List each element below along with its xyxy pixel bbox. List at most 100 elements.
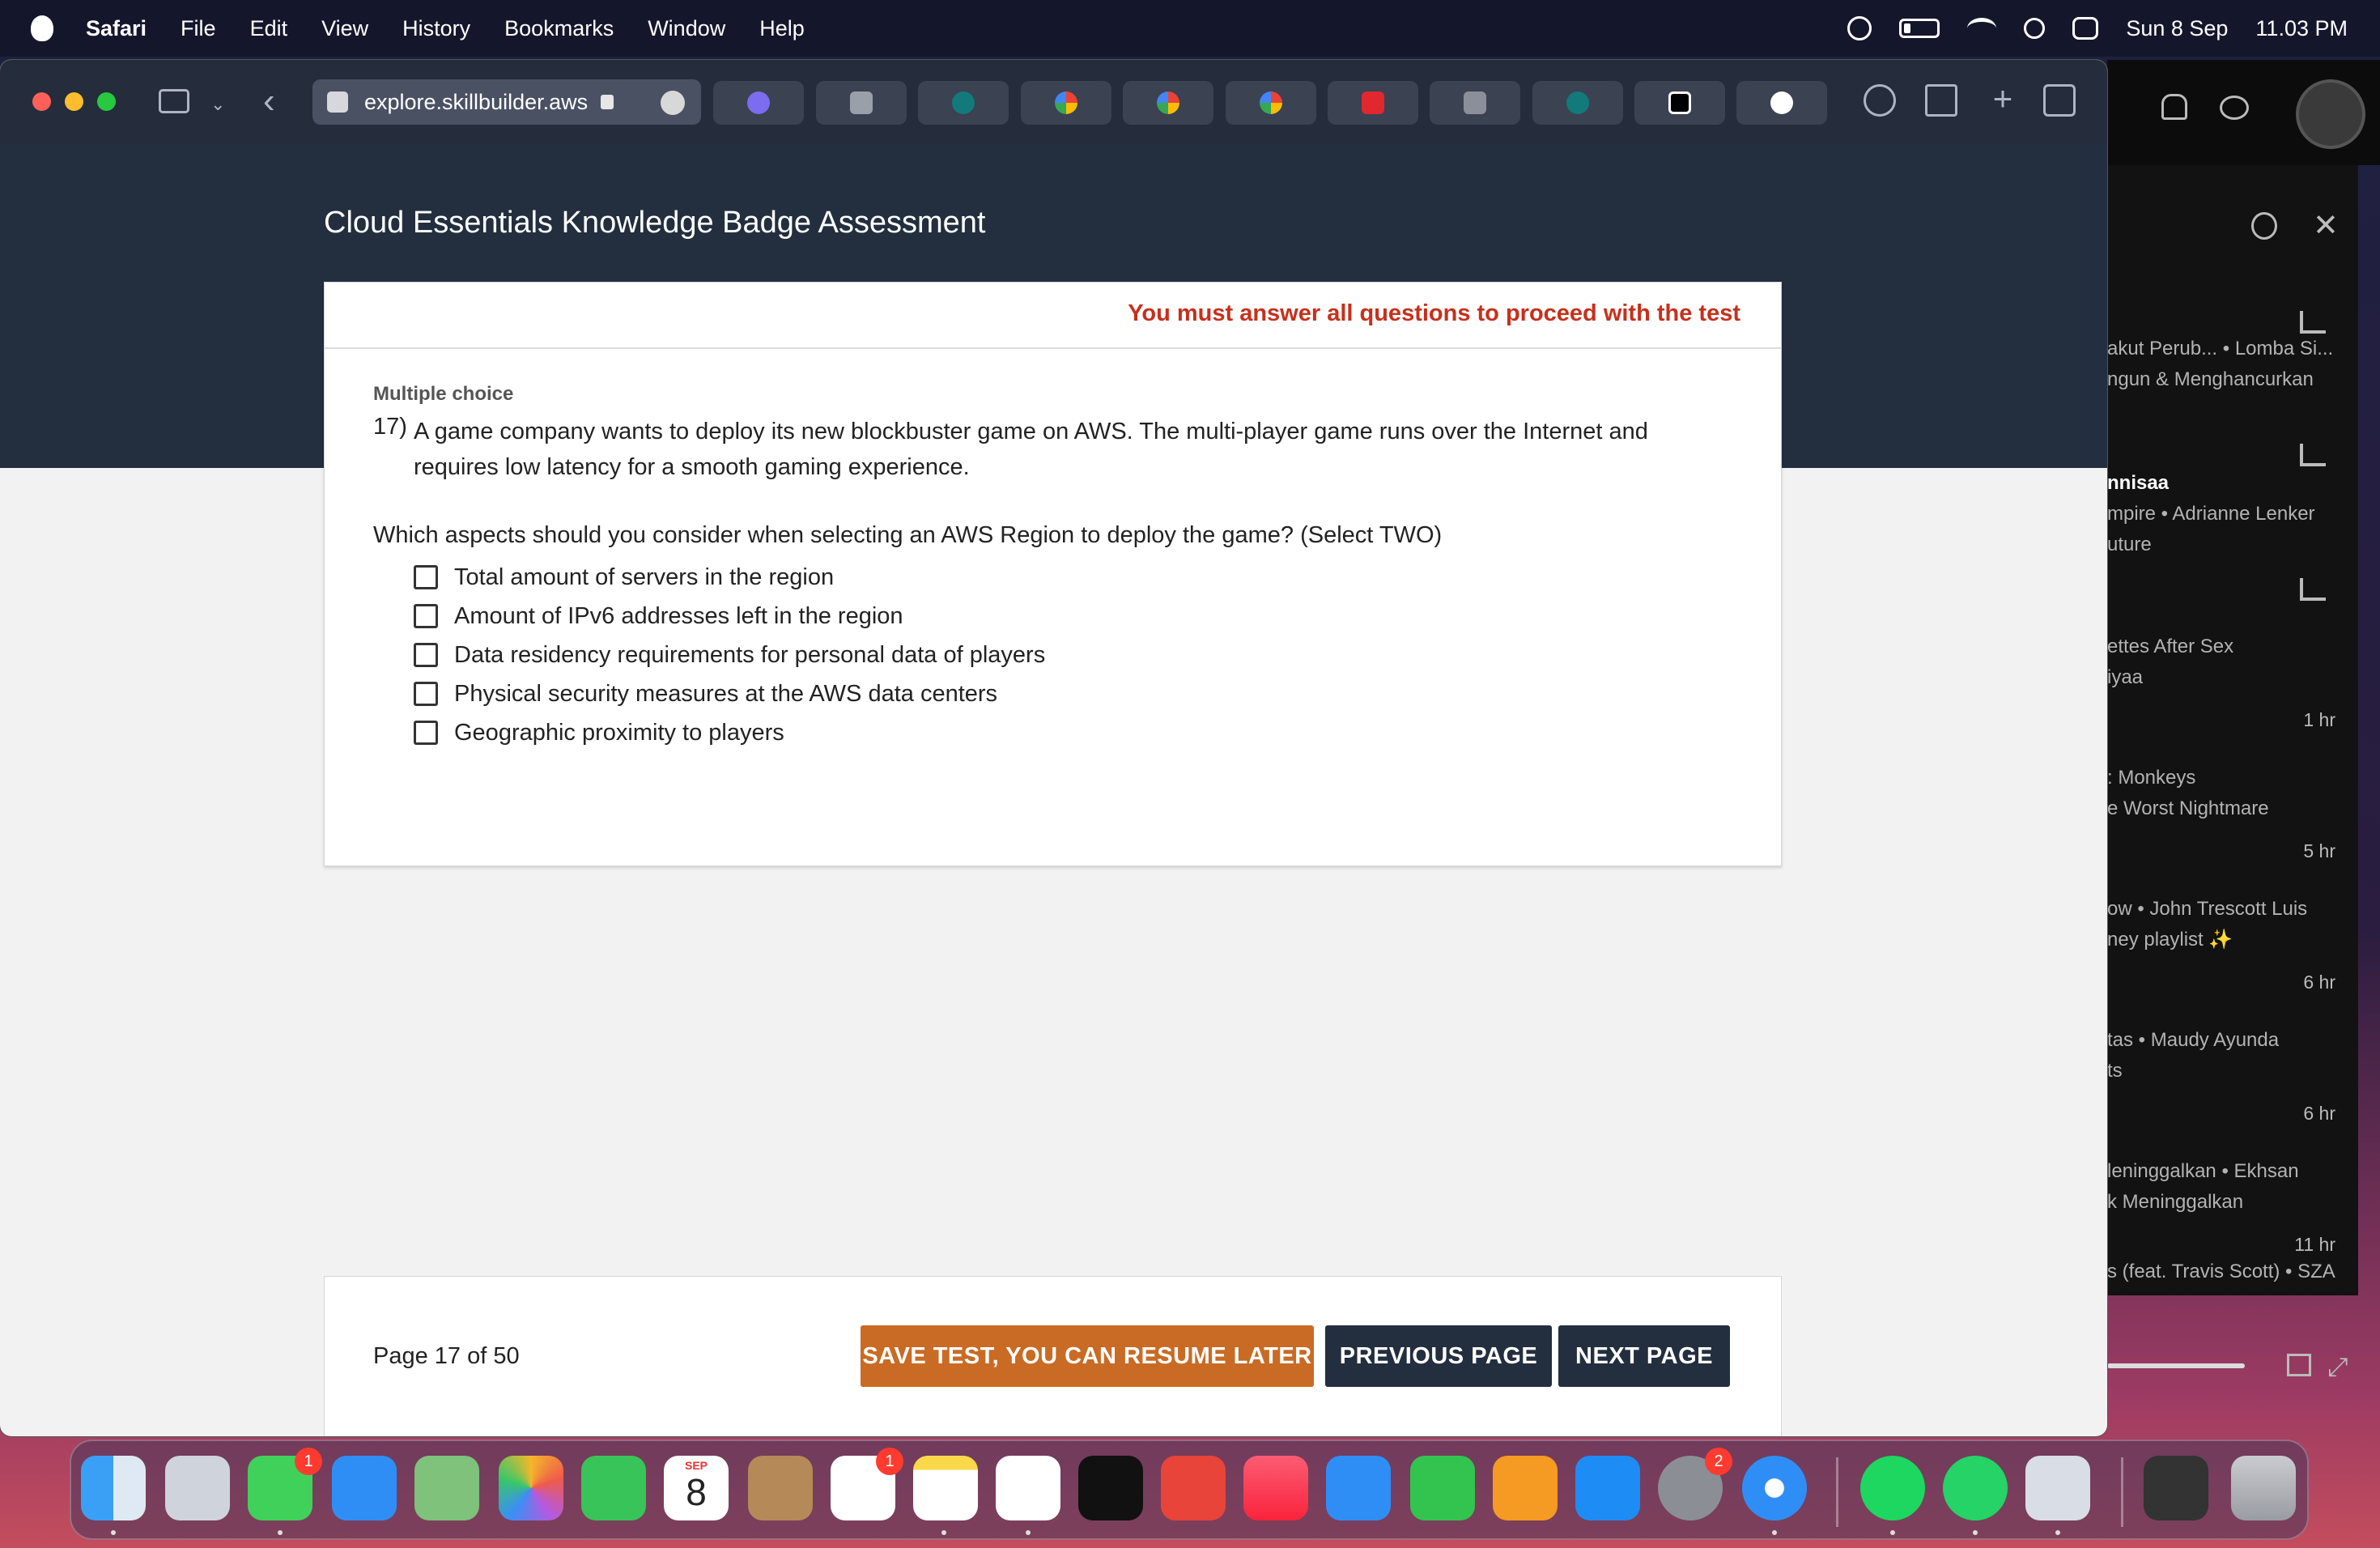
apple-tv-icon[interactable]	[1078, 1456, 1143, 1520]
new-tab-icon[interactable]: +	[1987, 82, 2019, 117]
menu-view[interactable]: View	[321, 16, 368, 41]
share-icon[interactable]	[1925, 84, 1957, 117]
tab-overview-icon[interactable]	[2043, 84, 2076, 117]
safari-window: ⌄ ‹ explore.skillbuilder.aws + Cloud Ess…	[0, 60, 2107, 1436]
checkbox[interactable]	[414, 565, 438, 589]
menu-file[interactable]: File	[181, 16, 216, 41]
whatsapp-icon[interactable]	[1943, 1456, 2008, 1520]
close-icon[interactable]: ✕	[2313, 207, 2339, 244]
tab-favicon-2[interactable]	[816, 81, 907, 125]
recent-window-icon[interactable]	[2144, 1456, 2208, 1520]
answer-option[interactable]: Geographic proximity to players	[414, 717, 784, 749]
tab-favicon-1[interactable]	[713, 81, 804, 125]
next-page-button[interactable]: NEXT PAGE	[1558, 1325, 1730, 1387]
list-item[interactable]: nnisaa mpire • Adrianne Lenker uture	[2107, 468, 2350, 560]
music-icon[interactable]	[1243, 1456, 1308, 1520]
photos-icon[interactable]	[499, 1456, 563, 1520]
checkbox[interactable]	[414, 721, 438, 745]
facetime-icon[interactable]	[581, 1456, 646, 1520]
checkbox[interactable]	[414, 682, 438, 706]
favicon-icon	[327, 91, 348, 113]
playing-bars-icon	[2300, 578, 2326, 601]
active-tab-address-bar[interactable]: explore.skillbuilder.aws	[312, 79, 701, 125]
launchpad-icon[interactable]	[165, 1456, 230, 1520]
menu-bookmarks[interactable]: Bookmarks	[504, 16, 614, 41]
friends-icon[interactable]	[2220, 96, 2249, 120]
previous-page-button[interactable]: PREVIOUS PAGE	[1325, 1325, 1552, 1387]
wifi-icon[interactable]	[1967, 18, 1997, 39]
tab-favicon-9[interactable]	[1532, 81, 1623, 125]
tab-favicon-4[interactable]	[1021, 81, 1111, 125]
notes-icon[interactable]	[913, 1456, 978, 1520]
answer-option[interactable]: Total amount of servers in the region	[414, 561, 834, 593]
back-icon[interactable]: ‹	[263, 81, 275, 121]
list-item[interactable]: tas • Maudy Ayunda ts	[2107, 1025, 2350, 1087]
bell-icon[interactable]	[2161, 94, 2187, 120]
menu-edit[interactable]: Edit	[250, 16, 288, 41]
maps-icon[interactable]	[414, 1456, 479, 1520]
now-playing-icon[interactable]	[1847, 16, 1872, 40]
contacts-icon[interactable]	[748, 1456, 813, 1520]
menu-help[interactable]: Help	[759, 16, 805, 41]
finder-icon[interactable]	[81, 1456, 146, 1520]
activity-time: 5 hr	[2303, 840, 2335, 861]
tab-favicon-7[interactable]	[1328, 81, 1418, 125]
checkbox[interactable]	[414, 604, 438, 628]
spotify-icon[interactable]	[1860, 1456, 1925, 1520]
question-number: 17)	[373, 414, 407, 440]
expand-icon[interactable]: ⤢	[2327, 1352, 2348, 1383]
add-friend-icon[interactable]	[2251, 212, 2277, 240]
keynote-icon[interactable]	[1326, 1456, 1391, 1520]
list-item[interactable]: akut Perub... • Lomba Si... ngun & Mengh…	[2107, 334, 2350, 395]
activity-line: ettes After Sex	[2107, 636, 2234, 657]
minimize-window-button[interactable]	[65, 92, 83, 111]
freeform-icon[interactable]	[996, 1456, 1060, 1520]
mail-icon[interactable]	[332, 1456, 397, 1520]
numbers-icon[interactable]	[1410, 1456, 1475, 1520]
list-item[interactable]: ettes After Sex iyaa	[2107, 632, 2350, 693]
control-center-icon[interactable]	[2072, 17, 2099, 40]
preview-icon[interactable]	[2025, 1456, 2090, 1520]
tab-favicon-6[interactable]	[1226, 81, 1316, 125]
activity-line: akut Perub... • Lomba Si...	[2107, 338, 2334, 359]
spotlight-search-icon[interactable]	[2024, 18, 2046, 39]
menu-date[interactable]: Sun 8 Sep	[2126, 16, 2228, 41]
safari-icon[interactable]	[1742, 1456, 1807, 1520]
menu-time[interactable]: 11.03 PM	[2255, 16, 2348, 41]
menu-app-name[interactable]: Safari	[86, 16, 147, 41]
tab-favicon-10[interactable]	[1634, 81, 1725, 125]
tab-favicon-8[interactable]	[1430, 81, 1520, 125]
tab-favicon-5[interactable]	[1123, 81, 1213, 125]
list-item[interactable]: s (feat. Travis Scott) • SZA	[2107, 1257, 2350, 1287]
list-item[interactable]: leninggalkan • Ekhsan k Meninggalkan	[2107, 1156, 2350, 1218]
avatar[interactable]	[2296, 79, 2365, 149]
download-icon[interactable]	[1864, 84, 1896, 117]
chevron-down-icon[interactable]: ⌄	[210, 94, 225, 115]
menu-history[interactable]: History	[402, 16, 470, 41]
sidebar-icon[interactable]	[159, 89, 189, 113]
more-icon[interactable]	[661, 91, 685, 115]
answer-option[interactable]: Physical security measures at the AWS da…	[414, 678, 997, 710]
tab-favicon-11[interactable]	[1736, 81, 1827, 125]
close-window-button[interactable]	[32, 92, 51, 111]
save-test-button[interactable]: SAVE TEST, YOU CAN RESUME LATER	[861, 1325, 1314, 1387]
apple-icon[interactable]	[31, 15, 53, 41]
menu-window[interactable]: Window	[648, 16, 725, 41]
battery-icon[interactable]	[1899, 19, 1940, 38]
answer-option[interactable]: Data residency requirements for personal…	[414, 639, 1045, 671]
zoom-window-button[interactable]	[97, 92, 116, 111]
trash-icon[interactable]	[2231, 1456, 2296, 1520]
picture-in-picture-icon[interactable]	[2287, 1354, 2311, 1376]
answer-option[interactable]: Amount of IPv6 addresses left in the reg…	[414, 600, 903, 632]
checkbox[interactable]	[414, 643, 438, 667]
tab-icon	[952, 91, 975, 114]
pages-icon[interactable]	[1493, 1456, 1558, 1520]
photo-booth-icon[interactable]	[1161, 1456, 1226, 1520]
list-item[interactable]: ow • John Trescott Luis ney playlist ✨	[2107, 894, 2350, 955]
tab-favicon-3[interactable]	[918, 81, 1009, 125]
running-indicator	[1973, 1530, 1978, 1535]
tab-icon	[850, 91, 873, 114]
list-item[interactable]: : Monkeys e Worst Nightmare	[2107, 763, 2350, 824]
app-store-icon[interactable]	[1575, 1456, 1640, 1520]
playback-progress-bar[interactable]	[2107, 1363, 2245, 1368]
